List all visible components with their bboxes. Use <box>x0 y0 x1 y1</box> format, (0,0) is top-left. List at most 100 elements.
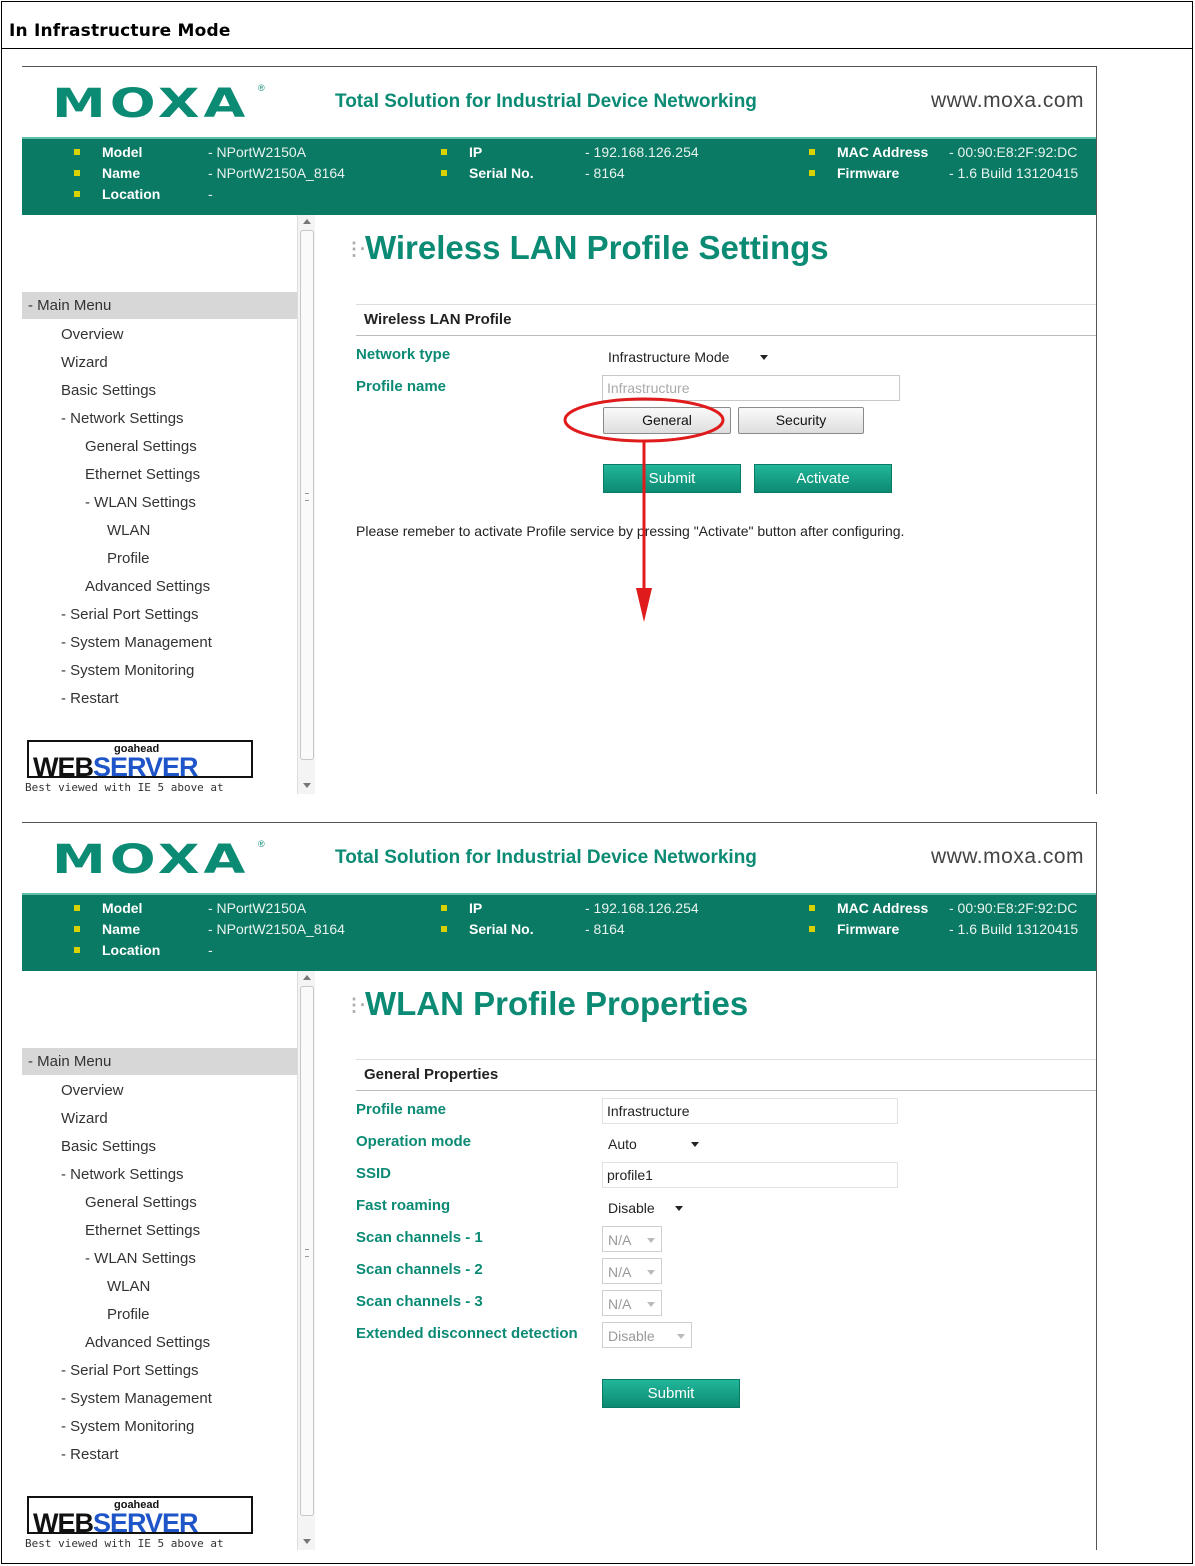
menu-basic-settings[interactable]: Basic Settings <box>61 1138 156 1155</box>
dropdown-caret-icon <box>647 1238 655 1243</box>
bullet-icon <box>74 926 80 933</box>
header-banner: MOXA ® Total Solution for Industrial Dev… <box>22 823 1096 893</box>
bullet-icon <box>74 947 80 954</box>
extended-disconnect-detection-select[interactable]: Disable <box>602 1322 692 1348</box>
menu-basic-settings[interactable]: Basic Settings <box>61 382 156 399</box>
info-model: Model - NPortW2150A <box>74 898 306 918</box>
menu-system-monitoring[interactable]: - System Monitoring <box>61 662 194 679</box>
dropdown-caret-icon <box>677 1334 685 1339</box>
operation-mode-select[interactable]: Auto <box>602 1130 706 1156</box>
activation-note: Please remeber to activate Profile servi… <box>356 523 905 539</box>
section-header: General Properties <box>356 1059 1096 1091</box>
sidebar-scrollbar[interactable] <box>297 215 315 794</box>
website-link[interactable]: www.moxa.com <box>931 89 1084 113</box>
profile-name-label: Profile name <box>356 378 447 395</box>
menu-restart[interactable]: - Restart <box>61 1446 119 1463</box>
website-link[interactable]: www.moxa.com <box>931 845 1084 869</box>
scan-channels-2-select[interactable]: N/A <box>602 1258 662 1284</box>
dropdown-caret-icon <box>647 1270 655 1275</box>
fast-roaming-select[interactable]: Disable <box>602 1194 690 1220</box>
main-menu-header[interactable]: - Main Menu <box>22 1048 297 1075</box>
dropdown-caret-icon <box>675 1206 683 1211</box>
tagline: Total Solution for Industrial Device Net… <box>335 847 757 868</box>
bullet-icon <box>809 149 815 156</box>
network-type-label: Network type <box>356 346 451 363</box>
profile-name-field[interactable]: Infrastructure <box>602 375 900 401</box>
scan-channels-1-select[interactable]: N/A <box>602 1226 662 1252</box>
tagline: Total Solution for Industrial Device Net… <box>335 91 757 112</box>
menu-wlan-settings[interactable]: - WLAN Settings <box>85 494 196 511</box>
scroll-thumb[interactable] <box>300 230 314 760</box>
bullet-icon <box>441 149 447 156</box>
info-mac: MAC Address - 00:90:E8:2F:92:DC <box>809 898 1077 918</box>
bullet-icon <box>74 170 80 177</box>
section-header: Wireless LAN Profile <box>356 304 1096 336</box>
scroll-down-arrow-icon[interactable] <box>303 1539 311 1544</box>
main-menu-header[interactable]: - Main Menu <box>22 292 297 319</box>
moxa-logo[interactable]: MOXA <box>52 81 249 127</box>
security-button[interactable]: Security <box>738 407 864 434</box>
menu-network-settings[interactable]: - Network Settings <box>61 410 184 427</box>
network-type-select[interactable]: Infrastructure Mode <box>602 343 775 369</box>
scroll-up-arrow-icon[interactable] <box>303 219 311 224</box>
info-serial: Serial No. - 8164 <box>441 919 625 939</box>
bullet-icon <box>441 905 447 912</box>
activate-button[interactable]: Activate <box>754 464 892 493</box>
scan-channels-3-select[interactable]: N/A <box>602 1290 662 1316</box>
moxa-logo[interactable]: MOXA <box>52 837 249 883</box>
menu-general-settings[interactable]: General Settings <box>85 1194 197 1211</box>
menu-system-management[interactable]: - System Management <box>61 1390 212 1407</box>
main-content: ⋮·WLAN Profile Properties General Proper… <box>315 971 1096 1550</box>
scroll-up-arrow-icon[interactable] <box>303 975 311 980</box>
caption-divider <box>2 48 1192 49</box>
device-info-bar: Model - NPortW2150A Name - NPortW2150A_816… <box>22 893 1096 971</box>
menu-wlan[interactable]: WLAN <box>107 1278 150 1295</box>
menu-network-settings[interactable]: - Network Settings <box>61 1166 184 1183</box>
menu-advanced-settings[interactable]: Advanced Settings <box>85 1334 210 1351</box>
menu-profile[interactable]: Profile <box>107 1306 150 1323</box>
info-model: Model - NPortW2150A <box>74 142 306 162</box>
ssid-field[interactable]: profile1 <box>602 1162 898 1188</box>
menu-profile[interactable]: Profile <box>107 550 150 567</box>
menu-serial-port-settings[interactable]: - Serial Port Settings <box>61 606 199 623</box>
submit-button[interactable]: Submit <box>603 464 741 493</box>
menu-wizard[interactable]: Wizard <box>61 354 108 371</box>
profile-name-label: Profile name <box>356 1101 447 1118</box>
scroll-thumb[interactable] <box>300 986 314 1516</box>
menu-advanced-settings[interactable]: Advanced Settings <box>85 578 210 595</box>
sidebar-menu: - Main Menu Overview Wizard Basic Settin… <box>22 215 297 794</box>
menu-wizard[interactable]: Wizard <box>61 1110 108 1127</box>
menu-overview[interactable]: Overview <box>61 1082 124 1099</box>
sidebar-scrollbar[interactable] <box>297 971 315 1550</box>
menu-general-settings[interactable]: General Settings <box>85 438 197 455</box>
menu-ethernet-settings[interactable]: Ethernet Settings <box>85 466 200 483</box>
bullet-icon <box>74 149 80 156</box>
general-button[interactable]: General <box>603 407 731 434</box>
menu-system-monitoring[interactable]: - System Monitoring <box>61 1418 194 1435</box>
scan-channels-2-label: Scan channels - 2 <box>356 1261 483 1278</box>
title-dots-icon: ⋮· <box>345 239 366 259</box>
bullet-icon <box>74 191 80 198</box>
menu-wlan-settings[interactable]: - WLAN Settings <box>85 1250 196 1267</box>
menu-ethernet-settings[interactable]: Ethernet Settings <box>85 1222 200 1239</box>
sidebar-menu: - Main Menu Overview Wizard Basic Settin… <box>22 971 297 1550</box>
menu-wlan[interactable]: WLAN <box>107 522 150 539</box>
operation-mode-label: Operation mode <box>356 1133 472 1150</box>
submit-button[interactable]: Submit <box>602 1379 740 1408</box>
menu-serial-port-settings[interactable]: - Serial Port Settings <box>61 1362 199 1379</box>
profile-name-field[interactable]: Infrastructure <box>602 1098 898 1124</box>
info-location: Location - <box>74 184 213 204</box>
info-firmware: Firmware - 1.6 Build 13120415 <box>809 919 1078 939</box>
bullet-icon <box>809 926 815 933</box>
device-info-bar: Model - NPortW2150A Name - NPortW2150A_816… <box>22 137 1096 215</box>
menu-restart[interactable]: - Restart <box>61 690 119 707</box>
menu-system-management[interactable]: - System Management <box>61 634 212 651</box>
scroll-down-arrow-icon[interactable] <box>303 783 311 788</box>
menu-overview[interactable]: Overview <box>61 326 124 343</box>
bullet-icon <box>441 170 447 177</box>
dropdown-caret-icon <box>691 1142 699 1147</box>
browser-note: Best viewed with IE 5 above at <box>25 781 224 794</box>
grip-icon <box>305 1249 309 1257</box>
scan-channels-1-label: Scan channels - 1 <box>356 1229 483 1246</box>
info-serial: Serial No. - 8164 <box>441 163 625 183</box>
